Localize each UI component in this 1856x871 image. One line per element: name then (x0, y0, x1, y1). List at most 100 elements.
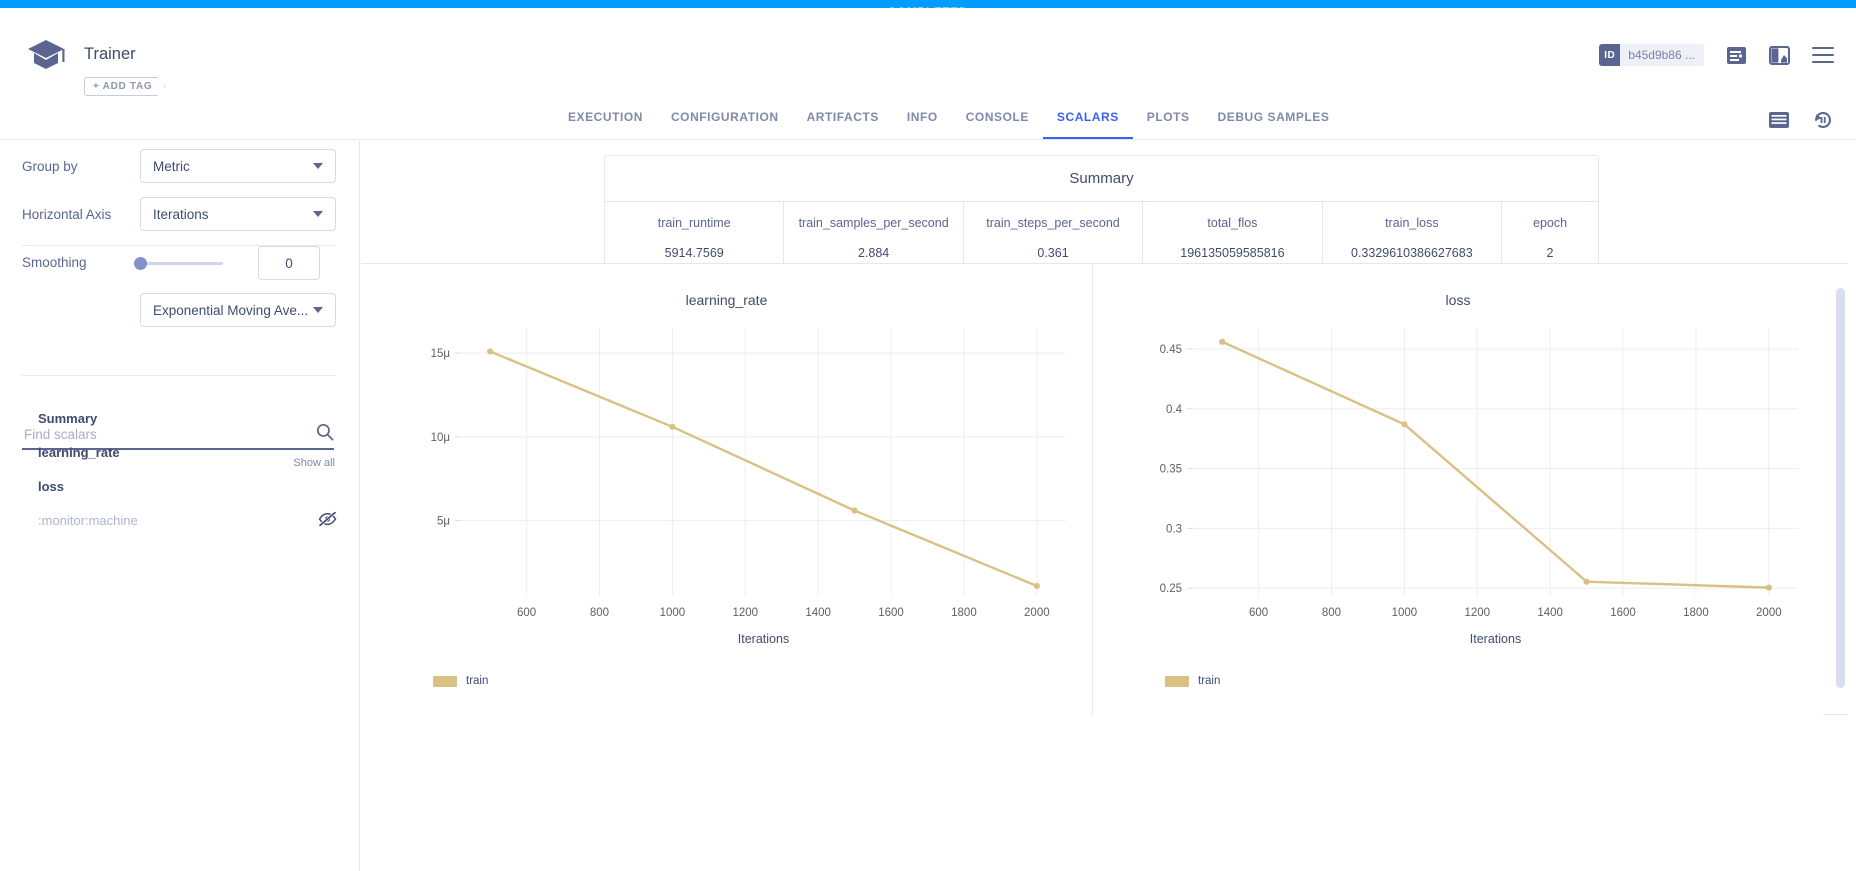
summary-value: 2.884 (857, 246, 890, 260)
group-by-row: Group by Metric (22, 149, 336, 183)
summary-key: train_runtime (657, 216, 731, 230)
svg-text:800: 800 (1322, 607, 1341, 619)
sidebar-item-monitor-machine[interactable]: :monitor:machine (38, 513, 138, 528)
svg-text:0.35: 0.35 (1160, 464, 1182, 476)
chart-view-controls (1768, 109, 1834, 130)
smoothing-label: Smoothing (22, 255, 87, 270)
horizontal-axis-label: Horizontal Axis (22, 206, 112, 222)
summary-value: 0.3329610386627683 (1351, 246, 1473, 260)
summary-value: 2 (1546, 246, 1554, 260)
tab-scalars[interactable]: SCALARS (1042, 104, 1133, 139)
legend-label-train: train (466, 675, 489, 687)
legend-swatch-train[interactable] (433, 675, 457, 687)
add-tag-label: + ADD TAG (93, 81, 153, 92)
show-all-link[interactable]: Show all (293, 457, 335, 469)
graduation-cap-icon (26, 36, 66, 72)
task-id-value: b45d9b86 ... (1628, 48, 1695, 62)
scalars-sidebar: Group by Metric Horizontal Axis Iteratio… (0, 141, 360, 871)
svg-text:0.45: 0.45 (1160, 344, 1182, 356)
svg-text:1000: 1000 (660, 607, 686, 619)
summary-key: epoch (1533, 216, 1568, 230)
page-title: Trainer (84, 45, 136, 63)
page-header: Trainer + ADD TAG ID b45d9b86 ... (0, 8, 1856, 104)
id-badge-label: ID (1599, 44, 1621, 66)
svg-text:1600: 1600 (878, 607, 904, 619)
tab-info[interactable]: INFO (893, 104, 952, 139)
vertical-scrollbar[interactable] (1836, 288, 1845, 688)
svg-text:1400: 1400 (1537, 607, 1563, 619)
svg-text:2000: 2000 (1756, 607, 1782, 619)
horizontal-axis-value: Iterations (153, 206, 209, 222)
svg-text:1000: 1000 (1392, 607, 1418, 619)
svg-text:600: 600 (517, 607, 536, 619)
summary-key: train_samples_per_second (798, 216, 949, 230)
svg-text:0.4: 0.4 (1166, 404, 1183, 416)
chart-plot-loss[interactable]: 600 800 1000 1200 1400 1600 1800 2000 0.25 0.3 0.3… (1093, 318, 1824, 658)
table-view-icon[interactable] (1768, 111, 1790, 129)
group-by-select[interactable]: Metric (140, 149, 336, 183)
svg-text:600: 600 (1249, 607, 1268, 619)
tab-artifacts[interactable]: ARTIFACTS (793, 104, 893, 139)
legend-label-train: train (1198, 675, 1221, 687)
smoothing-value-input[interactable]: 0 (258, 246, 320, 280)
add-tag-button[interactable]: + ADD TAG (84, 77, 165, 96)
svg-text:0.3: 0.3 (1166, 523, 1182, 535)
summary-value: 5914.7569 (664, 246, 724, 260)
chart-legend: train (433, 675, 488, 687)
chart-panel-loss[interactable]: loss 600 800 1000 1200 1400 1600 1800 2000 0.25 0… (1092, 264, 1823, 715)
tab-debug-samples[interactable]: DEBUG SAMPLES (1204, 104, 1344, 139)
smoothing-algorithm-select[interactable]: Exponential Moving Ave... (140, 293, 336, 327)
chevron-down-icon (313, 211, 323, 217)
tab-console[interactable]: CONSOLE (952, 104, 1043, 139)
search-icon[interactable] (316, 423, 334, 446)
summary-key: train_steps_per_second (986, 216, 1120, 230)
hamburger-menu-icon[interactable] (1812, 47, 1834, 63)
svg-text:Iterations: Iterations (738, 632, 789, 646)
svg-text:1800: 1800 (1683, 607, 1709, 619)
summary-key: total_flos (1207, 216, 1258, 230)
sidebar-item-summary[interactable]: Summary (38, 411, 97, 426)
svg-text:15μ: 15μ (431, 348, 450, 360)
task-id-chip[interactable]: ID b45d9b86 ... (1599, 44, 1704, 66)
chart-title: loss (1445, 292, 1471, 308)
tab-execution[interactable]: EXECUTION (554, 104, 657, 139)
svg-text:0.25: 0.25 (1160, 583, 1182, 595)
sidebar-item-learning-rate[interactable]: learning_rate (38, 445, 120, 460)
svg-text:1600: 1600 (1610, 607, 1636, 619)
svg-text:1400: 1400 (805, 607, 831, 619)
group-by-label: Group by (22, 158, 78, 174)
search-input[interactable] (22, 425, 282, 443)
horizontal-axis-row: Horizontal Axis Iterations (22, 197, 336, 231)
svg-text:2000: 2000 (1024, 607, 1050, 619)
log-view-icon[interactable] (1726, 45, 1747, 66)
charts-area: learning_rate 600 800 1000 1200 1400 1600 1800… (361, 263, 1848, 715)
eye-off-icon[interactable] (318, 511, 337, 532)
auto-refresh-pause-icon[interactable] (1812, 109, 1834, 130)
tab-plots[interactable]: PLOTS (1133, 104, 1204, 139)
horizontal-axis-select[interactable]: Iterations (140, 197, 336, 231)
svg-text:Iterations: Iterations (1470, 632, 1521, 646)
tab-configuration[interactable]: CONFIGURATION (657, 104, 793, 139)
summary-value: 196135059585816 (1180, 246, 1285, 260)
chevron-down-icon (313, 307, 323, 313)
chart-plot-learning-rate[interactable]: 600 800 1000 1200 1400 1600 1800 2000 5μ 10μ 15μ It… (361, 318, 1092, 658)
svg-text:800: 800 (590, 607, 609, 619)
svg-text:1200: 1200 (1464, 607, 1490, 619)
chevron-down-icon (313, 163, 323, 169)
compare-view-icon[interactable] (1769, 45, 1790, 65)
tab-list: EXECUTION CONFIGURATION ARTIFACTS INFO C… (554, 104, 1343, 140)
app-root: COMPLETED Trainer + ADD TAG ID b45d9b86 … (0, 0, 1856, 871)
smoothing-slider-track[interactable] (140, 262, 223, 265)
smoothing-slider-handle[interactable] (134, 257, 147, 270)
sidebar-item-loss[interactable]: loss (38, 479, 64, 494)
smoothing-algorithm-value: Exponential Moving Ave... (153, 302, 309, 318)
chart-legend: train (1165, 675, 1220, 687)
scalars-main-panel: Summary train_runtime 5914.7569 train_sa… (361, 141, 1848, 871)
header-actions: ID b45d9b86 ... (1599, 44, 1834, 66)
group-by-value: Metric (153, 158, 190, 174)
summary-key: train_loss (1385, 216, 1439, 230)
chart-panel-learning-rate[interactable]: learning_rate 600 800 1000 1200 1400 1600 1800… (361, 264, 1092, 715)
summary-card: Summary train_runtime 5914.7569 train_sa… (604, 155, 1599, 277)
tab-bar: EXECUTION CONFIGURATION ARTIFACTS INFO C… (0, 104, 1856, 140)
legend-swatch-train[interactable] (1165, 675, 1189, 687)
